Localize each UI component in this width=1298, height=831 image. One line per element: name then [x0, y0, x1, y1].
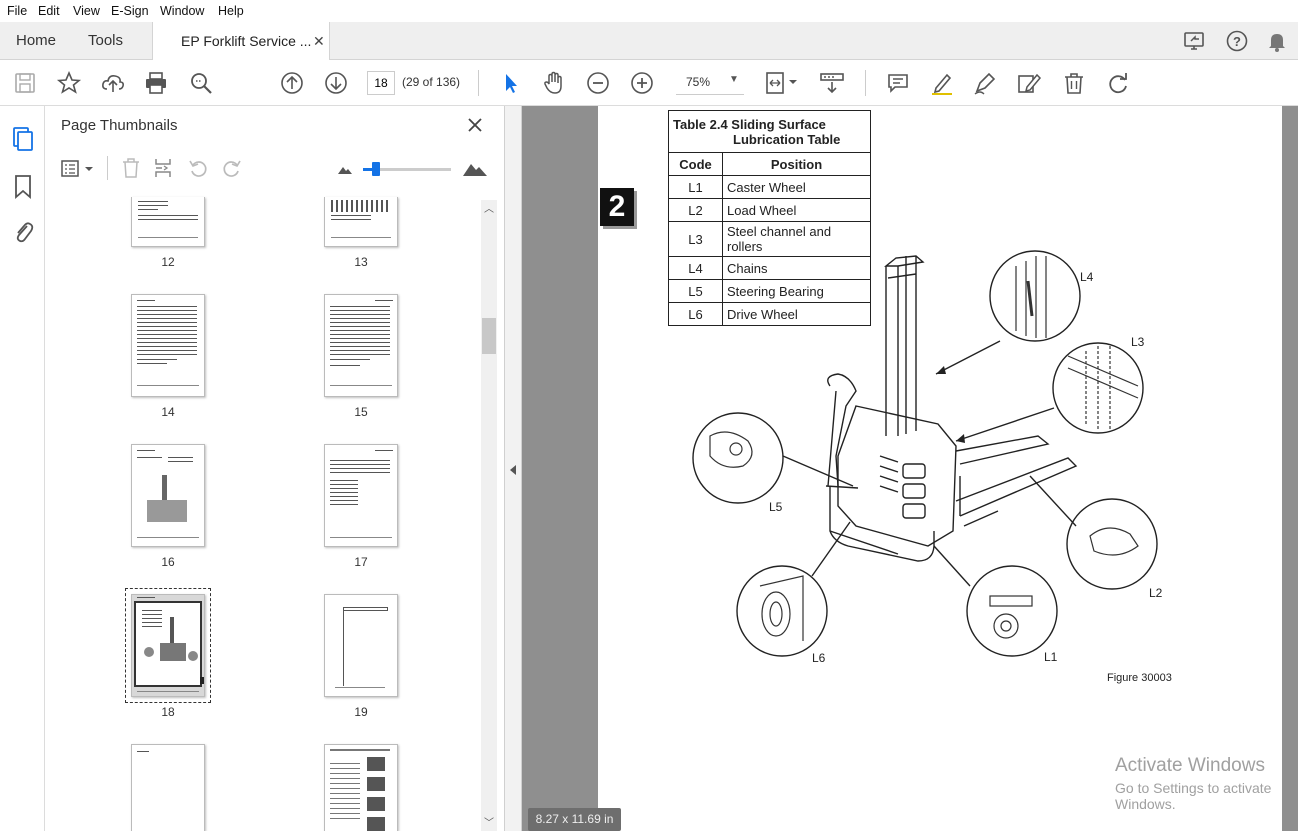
upload-cloud-icon[interactable]	[100, 70, 126, 96]
thumbnail-page[interactable]	[131, 197, 205, 247]
activate-windows-subtitle: Go to Settings to activate Windows.	[1115, 780, 1272, 812]
zoom-out-icon[interactable]	[585, 70, 611, 96]
select-cursor-icon[interactable]	[498, 70, 524, 96]
thumbnail-scrollbar[interactable]: ︿ ﹀	[481, 200, 497, 831]
page-count: (29 of 136)	[402, 75, 461, 89]
thumbnail-size-slider[interactable]	[363, 162, 451, 176]
redo-icon[interactable]	[1105, 70, 1131, 96]
thumbnail-label: 13	[354, 255, 368, 269]
callout-l2: L2	[1149, 586, 1163, 600]
page-number-input[interactable]	[367, 71, 395, 95]
thumbnail-page[interactable]	[324, 744, 398, 831]
close-panel-icon[interactable]	[467, 117, 483, 133]
small-thumbnail-mountain-icon[interactable]	[337, 162, 353, 176]
zoom-dropdown[interactable]: 75% ▼	[676, 71, 744, 95]
tab-bar: Home Tools EP Forklift Service ... ✕ ?	[0, 22, 1298, 61]
tab-document[interactable]: EP Forklift Service ... ✕	[152, 22, 330, 61]
menu-help[interactable]: Help	[218, 4, 244, 18]
delete-page-icon[interactable]	[120, 157, 142, 179]
tab-tools[interactable]: Tools	[88, 22, 123, 60]
panel-title: Page Thumbnails	[61, 117, 178, 134]
collapse-panel-strip[interactable]	[505, 106, 522, 831]
rotate-right-icon[interactable]	[221, 157, 243, 179]
insert-page-icon[interactable]	[153, 157, 175, 179]
page-thumbnails-icon[interactable]	[11, 126, 35, 152]
thumbnail-page-selected[interactable]	[131, 594, 205, 697]
scroll-down-icon[interactable]: ﹀	[484, 814, 494, 829]
thumbnail-label: 14	[161, 405, 175, 419]
thumbnail-label: 19	[354, 705, 368, 719]
scrollbar-thumb[interactable]	[482, 318, 496, 354]
edit-text-icon[interactable]	[1016, 70, 1042, 96]
close-tab-icon[interactable]: ✕	[313, 22, 325, 60]
toolbar: (29 of 136) 75% ▼	[0, 60, 1298, 106]
menu-window[interactable]: Window	[160, 4, 204, 18]
tab-home[interactable]: Home	[16, 22, 56, 60]
thumbnail-label: 18	[161, 705, 175, 719]
thumbnail-label: 15	[354, 405, 368, 419]
next-page-icon[interactable]	[323, 70, 349, 96]
zoom-value: 75%	[686, 75, 711, 89]
bookmark-star-icon[interactable]	[56, 70, 82, 96]
thumbnail-page[interactable]	[324, 444, 398, 547]
zoom-in-icon[interactable]	[629, 70, 655, 96]
callout-l6: L6	[812, 651, 826, 665]
thumbnail-page[interactable]	[324, 594, 398, 697]
thumbnail-label: 16	[161, 555, 175, 569]
notifications-bell-icon[interactable]	[1266, 30, 1288, 52]
callout-l4: L4	[1080, 270, 1094, 284]
thumbnail-page[interactable]	[324, 197, 398, 247]
collapse-arrow-icon[interactable]	[509, 464, 517, 476]
delete-trash-icon[interactable]	[1061, 70, 1087, 96]
thumbnail-page[interactable]	[324, 294, 398, 397]
document-view[interactable]: 2 Table 2.4 Sliding Surface Lubrication …	[522, 106, 1298, 831]
callout-l3: L3	[1131, 335, 1145, 349]
help-icon[interactable]: ?	[1225, 29, 1249, 53]
pdf-page: 2 Table 2.4 Sliding Surface Lubrication …	[598, 106, 1282, 831]
forklift-lubrication-diagram	[692, 250, 1158, 657]
scrolling-mode-icon[interactable]	[818, 70, 846, 96]
thumbnails-panel: Page Thumbnails ︿ ﹀ 12 13 14 15 16 17 18…	[45, 106, 505, 831]
page-size-indicator: 8.27 x 11.69 in	[528, 808, 621, 831]
thumbnail-options-icon[interactable]	[61, 159, 97, 179]
zoom-search-icon[interactable]	[188, 70, 214, 96]
left-rail	[0, 106, 45, 831]
share-screen-icon[interactable]	[1183, 30, 1207, 52]
thumbnail-label: 17	[354, 555, 368, 569]
attachments-paperclip-icon[interactable]	[11, 219, 35, 245]
chevron-down-icon: ▼	[729, 74, 739, 85]
thumbnail-label: 12	[161, 255, 175, 269]
scroll-up-icon[interactable]: ︿	[484, 200, 494, 215]
comment-icon[interactable]	[885, 70, 911, 96]
menu-file[interactable]: File	[7, 4, 27, 18]
tab-document-title: EP Forklift Service ...	[181, 33, 312, 49]
bookmarks-icon[interactable]	[13, 174, 33, 200]
draw-pen-icon[interactable]	[972, 70, 998, 96]
page-fit-icon[interactable]	[764, 70, 800, 96]
menu-bar: File Edit View E-Sign Window Help	[0, 0, 1298, 22]
figure-caption: Figure 30003	[1107, 672, 1172, 684]
thumbnail-page[interactable]	[131, 294, 205, 397]
menu-esign[interactable]: E-Sign	[111, 4, 149, 18]
slider-handle[interactable]	[372, 162, 380, 176]
hand-tool-icon[interactable]	[541, 70, 567, 96]
callout-l5: L5	[769, 500, 783, 514]
thumbnail-page[interactable]	[131, 444, 205, 547]
save-icon[interactable]	[12, 70, 38, 96]
menu-view[interactable]: View	[73, 4, 100, 18]
thumbnail-page[interactable]	[131, 744, 205, 831]
highlight-pen-icon[interactable]	[929, 70, 955, 96]
svg-text:?: ?	[1233, 34, 1241, 49]
activate-windows-title: Activate Windows	[1115, 755, 1265, 776]
menu-edit[interactable]: Edit	[38, 4, 60, 18]
large-thumbnail-mountain-icon[interactable]	[462, 158, 488, 178]
rotate-left-icon[interactable]	[187, 157, 209, 179]
callout-l1: L1	[1044, 650, 1058, 664]
print-icon[interactable]	[143, 70, 169, 96]
previous-page-icon[interactable]	[279, 70, 305, 96]
